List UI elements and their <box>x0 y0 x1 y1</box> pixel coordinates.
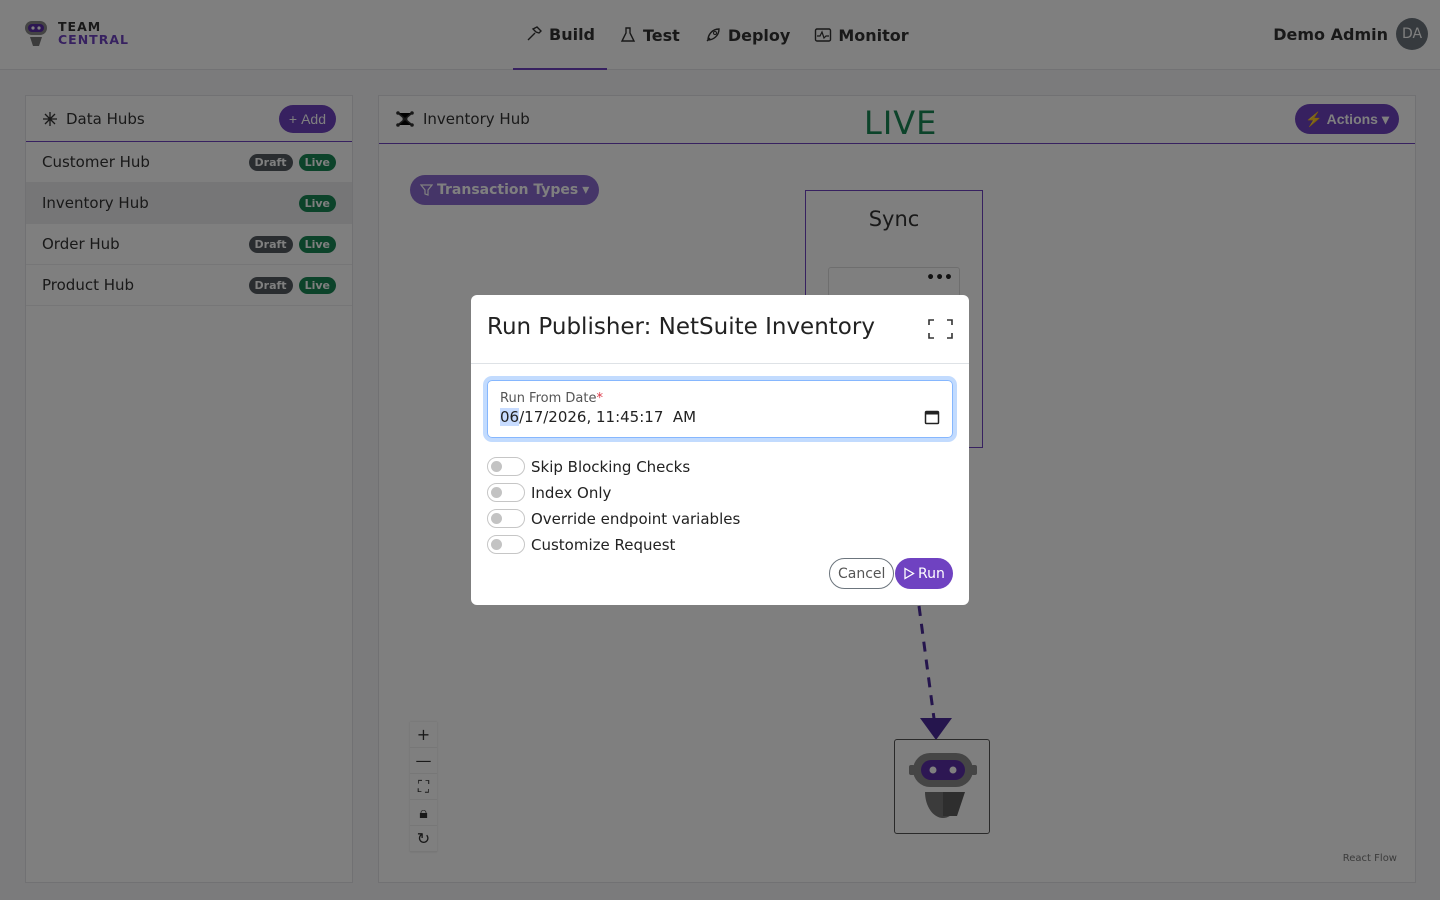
override-endpoint-variables-toggle-row[interactable]: Override endpoint variables <box>487 509 740 528</box>
cancel-button[interactable]: Cancel <box>829 558 895 589</box>
index-only-toggle-row[interactable]: Index Only <box>487 483 611 502</box>
skip-blocking-checks-label: Skip Blocking Checks <box>531 457 691 476</box>
customize-request-label: Customize Request <box>531 535 676 554</box>
index-only-label: Index Only <box>531 483 612 502</box>
customize-request-switch[interactable] <box>487 535 525 554</box>
expand-icon[interactable] <box>928 319 953 339</box>
run-from-date-field[interactable]: Run From Date* 06/17/2026, 11:45:17 AM <box>487 380 953 438</box>
modal-title: Run Publisher: NetSuite Inventory <box>487 314 875 340</box>
calendar-icon[interactable] <box>924 409 940 425</box>
override-endpoint-variables-switch[interactable] <box>487 509 525 528</box>
override-endpoint-variables-label: Override endpoint variables <box>531 509 741 528</box>
date-rest-segment[interactable]: /17/2026, 11:45:17 AM <box>519 408 696 426</box>
modal-header: Run Publisher: NetSuite Inventory <box>471 295 969 364</box>
index-only-switch[interactable] <box>487 483 525 502</box>
skip-blocking-checks-switch[interactable] <box>487 457 525 476</box>
required-mark: * <box>596 391 603 406</box>
customize-request-toggle-row[interactable]: Customize Request <box>487 535 675 554</box>
play-icon <box>904 567 915 580</box>
skip-blocking-checks-toggle-row[interactable]: Skip Blocking Checks <box>487 457 690 476</box>
run-from-date-label: Run From Date* <box>500 391 940 406</box>
run-from-date-input[interactable]: 06/17/2026, 11:45:17 AM <box>500 408 940 426</box>
run-publisher-modal: Run Publisher: NetSuite Inventory Run Fr… <box>471 295 969 605</box>
run-from-date-label-text: Run From Date <box>500 391 597 406</box>
run-label: Run <box>918 565 945 582</box>
date-month-segment[interactable]: 06 <box>500 408 520 426</box>
run-button[interactable]: Run <box>895 558 953 589</box>
